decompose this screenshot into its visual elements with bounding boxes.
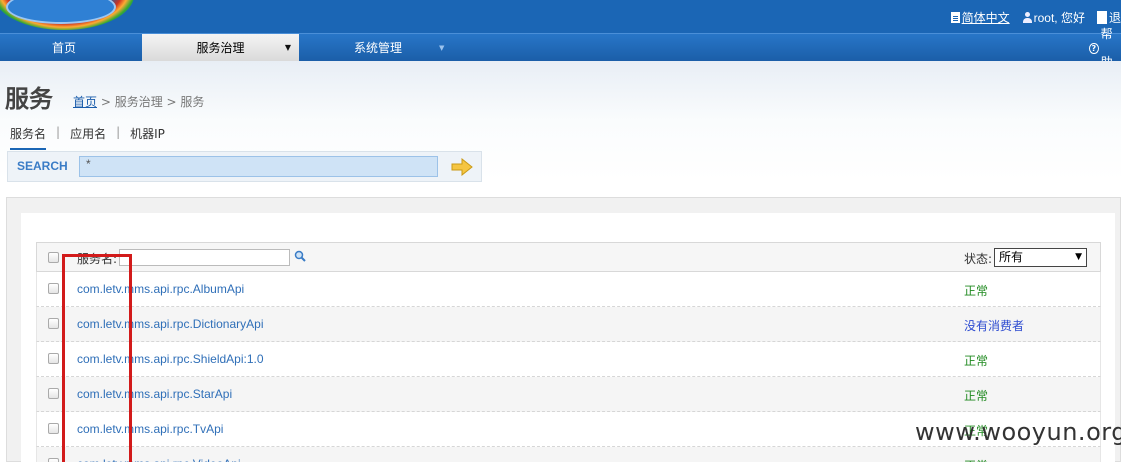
arrow-right-icon[interactable]	[451, 158, 473, 176]
nav-home[interactable]: 首页	[0, 34, 128, 62]
status-filter-label: 状态:	[964, 252, 993, 266]
nav-system-management[interactable]: 系统管理	[318, 34, 438, 62]
status-badge: 正常	[964, 457, 988, 462]
breadcrumb-trail: > 服务治理 > 服务	[97, 95, 205, 109]
row-checkbox[interactable]	[48, 283, 59, 294]
nav-help[interactable]: ? 帮助	[1089, 27, 1121, 69]
tab-divider: |	[56, 125, 61, 139]
table-row: com.letv.mms.api.rpc.ShieldApi:1.0 正常	[36, 342, 1101, 377]
tab-service-name[interactable]: 服务名	[10, 125, 47, 150]
table-row: com.letv.mms.api.rpc.VideoApi正常	[36, 447, 1101, 462]
status-badge: 没有消费者	[964, 319, 1025, 333]
nav-service-governance-label: 服务治理	[196, 41, 245, 55]
dropdown-arrow-icon: ▼	[1075, 252, 1082, 262]
status-filter-value: 所有	[999, 250, 1024, 264]
tab-application-name[interactable]: 应用名	[70, 125, 106, 150]
tab-machine-ip[interactable]: 机器IP	[130, 125, 165, 150]
status-filter-select[interactable]: 所有 ▼	[994, 248, 1087, 267]
breadcrumb-home-link[interactable]: 首页	[73, 95, 97, 109]
main-nav: 首页 服务治理 ▼ 系统管理 ▼ ? 帮助	[0, 27, 1121, 69]
search-type-tabs: 服务名 | 应用名 | 机器IP	[10, 125, 165, 150]
row-checkbox[interactable]	[48, 388, 59, 399]
chevron-down-icon[interactable]: ▼	[439, 34, 444, 62]
status-badge: 正常	[964, 284, 989, 298]
table-header: 服务名: 状态: 所有 ▼	[36, 242, 1101, 272]
language-link[interactable]: 简体中文	[950, 9, 1010, 26]
search-bar: SEARCH *	[7, 151, 482, 182]
page-title: 服务	[5, 85, 53, 113]
watermark: www.wooyun.org	[915, 418, 1121, 446]
search-icon[interactable]	[294, 250, 306, 262]
row-checkbox[interactable]	[48, 423, 59, 434]
search-input[interactable]: *	[79, 156, 438, 177]
row-checkbox[interactable]	[48, 318, 59, 329]
tab-divider: |	[116, 125, 121, 139]
row-checkbox[interactable]	[48, 458, 59, 462]
chevron-down-icon: ▼	[284, 43, 291, 52]
select-all-checkbox[interactable]	[48, 252, 59, 263]
highlight-box	[62, 254, 132, 462]
nav-service-governance[interactable]: 服务治理 ▼	[142, 34, 299, 62]
table-row: com.letv.mms.api.rpc.AlbumApi 正常	[36, 272, 1101, 307]
language-link-label: 简体中文	[961, 10, 1010, 25]
breadcrumb: 首页 > 服务治理 > 服务	[73, 93, 204, 110]
top-links: 简体中文 root, 您好 退	[939, 9, 1121, 25]
user-greeting[interactable]: root, 您好	[1022, 9, 1085, 26]
row-checkbox[interactable]	[48, 353, 59, 364]
status-badge: 正常	[964, 389, 989, 403]
user-icon	[1022, 11, 1032, 23]
status-badge: 正常	[964, 354, 989, 368]
user-greeting-label: root, 您好	[1033, 10, 1085, 25]
document-icon	[950, 11, 960, 23]
table-row: com.letv.mms.api.rpc.DictionaryApi 没有消费者	[36, 307, 1101, 342]
search-label: SEARCH	[17, 159, 68, 173]
page-content: 服务 首页 > 服务治理 > 服务 服务名 | 应用名 | 机器IP SEARC…	[0, 61, 1121, 462]
service-name-filter-input[interactable]	[119, 249, 290, 266]
table-row: com.letv.mms.api.rpc.StarApi 正常	[36, 377, 1101, 412]
top-header: 简体中文 root, 您好 退	[0, 0, 1121, 33]
logo	[0, 0, 134, 30]
help-icon: ?	[1089, 42, 1099, 54]
